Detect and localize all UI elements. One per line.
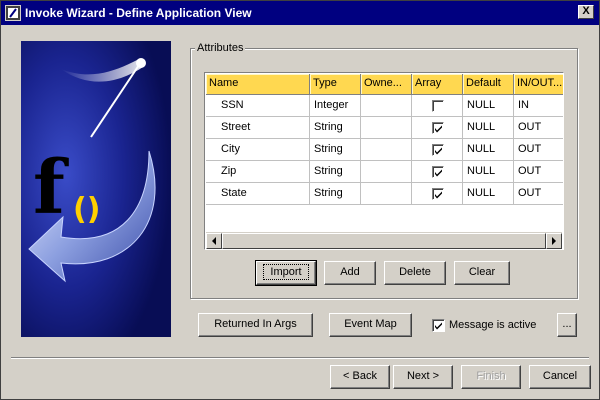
- cell-owner[interactable]: [361, 95, 412, 117]
- checkmark-icon: [435, 125, 442, 133]
- cell-inout[interactable]: IN: [514, 95, 563, 117]
- svg-text:(): (): [73, 192, 100, 227]
- svg-text:f: f: [33, 145, 69, 231]
- cell-array[interactable]: [412, 183, 463, 205]
- cell-type[interactable]: String: [310, 139, 361, 161]
- array-checkbox[interactable]: [432, 122, 444, 134]
- message-active-label[interactable]: Message is active: [449, 319, 536, 332]
- scroll-right-button[interactable]: [546, 233, 562, 249]
- scroll-left-button[interactable]: [206, 233, 222, 249]
- cell-inout[interactable]: OUT: [514, 117, 563, 139]
- arrow-right-icon: [552, 237, 556, 245]
- cell-type[interactable]: String: [310, 183, 361, 205]
- close-button[interactable]: X: [578, 5, 594, 19]
- table-body: SSN Integer NULL IN Street String NULL O…: [206, 95, 563, 205]
- cell-array[interactable]: [412, 117, 463, 139]
- clear-button[interactable]: Clear: [454, 261, 510, 285]
- arrow-left-icon: [212, 237, 216, 245]
- array-checkbox[interactable]: [432, 144, 444, 156]
- cancel-button[interactable]: Cancel: [529, 365, 591, 389]
- cell-type[interactable]: String: [310, 161, 361, 183]
- import-button[interactable]: Import: [255, 260, 317, 286]
- cell-array[interactable]: [412, 139, 463, 161]
- cell-default[interactable]: NULL: [463, 139, 514, 161]
- column-header-array[interactable]: Array: [412, 74, 463, 95]
- title-bar[interactable]: Invoke Wizard - Define Application View …: [1, 1, 599, 25]
- cell-type[interactable]: Integer: [310, 95, 361, 117]
- table-header: Name Type Owne... Array Default IN/OUT..…: [206, 74, 563, 95]
- cell-type[interactable]: String: [310, 117, 361, 139]
- table-row[interactable]: Street String NULL OUT: [206, 117, 563, 139]
- table-row[interactable]: City String NULL OUT: [206, 139, 563, 161]
- checkmark-icon: [435, 322, 442, 330]
- cell-name[interactable]: SSN: [206, 95, 310, 117]
- wizard-window: Invoke Wizard - Define Application View …: [0, 0, 600, 400]
- column-header-owner[interactable]: Owne...: [361, 74, 412, 95]
- message-active-checkbox[interactable]: [432, 319, 445, 332]
- array-checkbox[interactable]: [432, 188, 444, 200]
- cell-inout[interactable]: OUT: [514, 183, 563, 205]
- array-checkbox[interactable]: [432, 100, 444, 112]
- cell-array[interactable]: [412, 95, 463, 117]
- cell-default[interactable]: NULL: [463, 117, 514, 139]
- cell-owner[interactable]: [361, 183, 412, 205]
- table-row[interactable]: State String NULL OUT: [206, 183, 563, 205]
- cell-array[interactable]: [412, 161, 463, 183]
- checkmark-icon: [435, 191, 442, 199]
- scroll-thumb[interactable]: [222, 233, 546, 249]
- cell-owner[interactable]: [361, 139, 412, 161]
- wizard-banner: f (): [21, 41, 171, 337]
- returned-in-args-button[interactable]: Returned In Args: [198, 313, 313, 337]
- cell-default[interactable]: NULL: [463, 183, 514, 205]
- cell-name[interactable]: City: [206, 139, 310, 161]
- function-wand-illustration: f (): [21, 41, 171, 337]
- column-header-default[interactable]: Default: [463, 74, 514, 95]
- cell-inout[interactable]: OUT: [514, 161, 563, 183]
- separator: [11, 357, 589, 359]
- finish-button[interactable]: Finish: [461, 365, 521, 389]
- cell-default[interactable]: NULL: [463, 161, 514, 183]
- event-map-button[interactable]: Event Map: [329, 313, 412, 337]
- import-button-label: Import: [263, 264, 309, 280]
- app-icon: [5, 5, 21, 21]
- attributes-table[interactable]: Name Type Owne... Array Default IN/OUT..…: [204, 72, 564, 250]
- column-header-type[interactable]: Type: [310, 74, 361, 95]
- cell-owner[interactable]: [361, 117, 412, 139]
- table-row[interactable]: SSN Integer NULL IN: [206, 95, 563, 117]
- cell-name[interactable]: State: [206, 183, 310, 205]
- more-options-button[interactable]: ...: [557, 313, 577, 337]
- cell-inout[interactable]: OUT: [514, 139, 563, 161]
- array-checkbox[interactable]: [432, 166, 444, 178]
- checkmark-icon: [435, 169, 442, 177]
- cell-name[interactable]: Street: [206, 117, 310, 139]
- window-title: Invoke Wizard - Define Application View: [25, 6, 252, 20]
- checkmark-icon: [435, 147, 442, 155]
- column-header-inout[interactable]: IN/OUT...: [514, 74, 563, 95]
- attributes-group-label: Attributes: [195, 42, 246, 54]
- column-header-name[interactable]: Name: [206, 74, 310, 95]
- cell-owner[interactable]: [361, 161, 412, 183]
- cell-name[interactable]: Zip: [206, 161, 310, 183]
- back-button[interactable]: < Back: [330, 365, 390, 389]
- cell-default[interactable]: NULL: [463, 95, 514, 117]
- table-row[interactable]: Zip String NULL OUT: [206, 161, 563, 183]
- delete-button[interactable]: Delete: [384, 261, 446, 285]
- next-button[interactable]: Next >: [393, 365, 453, 389]
- add-button[interactable]: Add: [324, 261, 376, 285]
- horizontal-scrollbar[interactable]: [206, 232, 562, 249]
